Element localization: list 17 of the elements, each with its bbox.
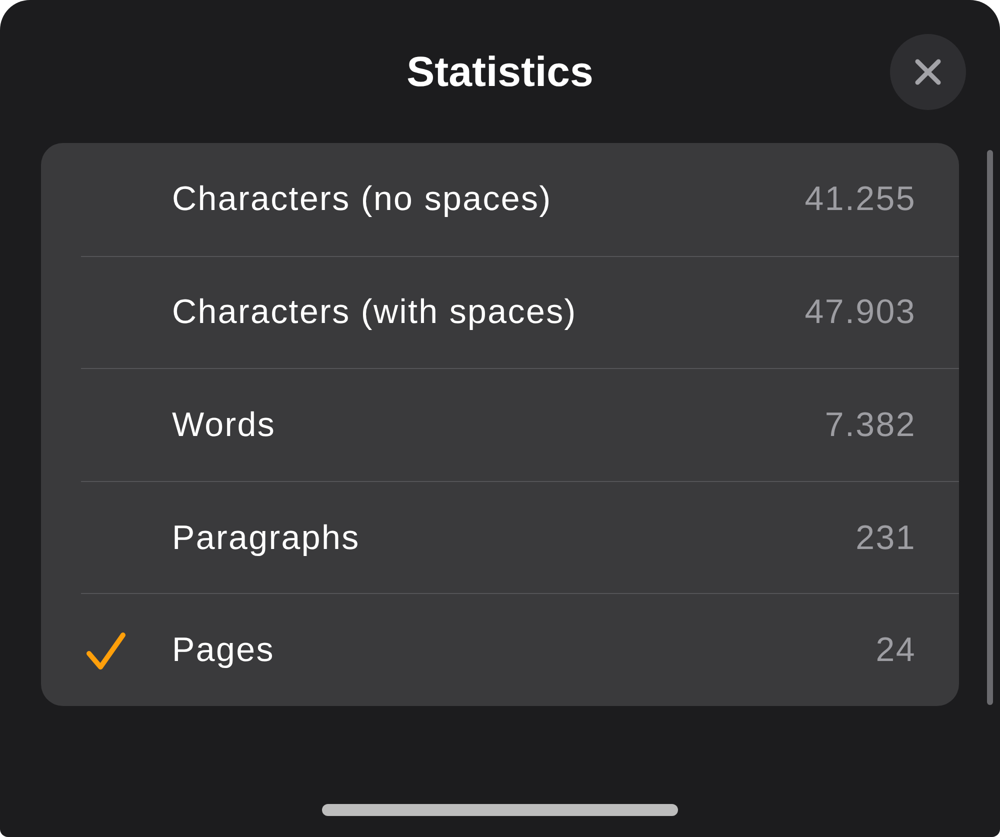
statistic-label: Characters (no spaces) [172,179,553,220]
statistic-label: Characters (with spaces) [172,292,578,334]
statistic-value: 7.382 [824,404,916,446]
statistic-value: 231 [856,518,916,559]
statistic-row[interactable]: Words 7.382 [81,368,959,481]
statistic-label: Pages [172,630,276,672]
sheet-title: Statistics [406,46,594,96]
statistic-value: 41.255 [804,179,916,220]
statistic-row[interactable]: Characters (with spaces) 47.903 [81,256,959,368]
close-icon [915,58,941,84]
statistic-label: Words [172,404,277,446]
statistic-row[interactable]: Pages 24 [81,593,959,706]
statistic-row[interactable]: Characters (no spaces) 41.255 [81,143,959,256]
statistic-row[interactable]: Paragraphs 231 [81,480,959,594]
statistic-label: Paragraphs [172,518,361,559]
statistic-value: 24 [876,630,916,672]
statistic-value: 47.903 [804,292,916,334]
